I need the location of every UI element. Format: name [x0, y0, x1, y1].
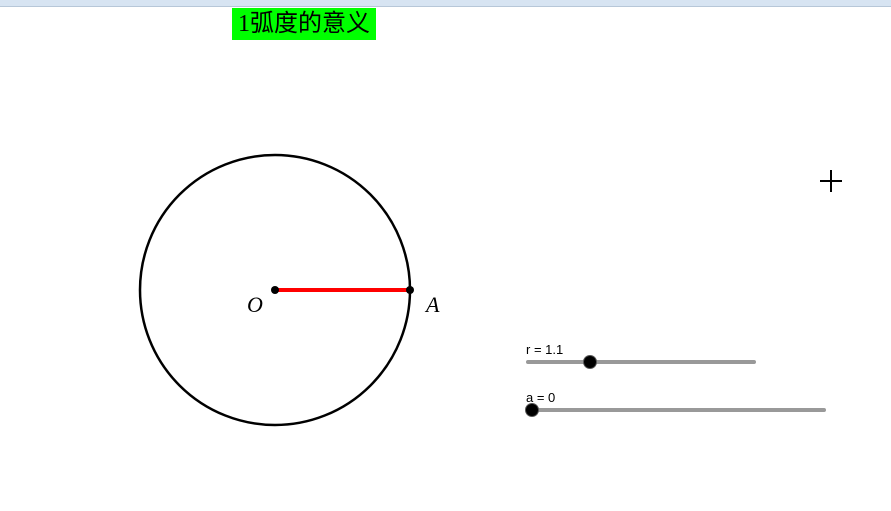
slider-r-track[interactable]	[526, 360, 756, 364]
point-O[interactable]	[271, 286, 279, 294]
slider-a-thumb[interactable]	[525, 403, 539, 417]
slider-a[interactable]: a = 0	[526, 408, 826, 412]
geometry-canvas[interactable]	[0, 0, 891, 511]
slider-r-label: r = 1.1	[526, 342, 563, 357]
slider-r-thumb[interactable]	[583, 355, 597, 369]
point-A[interactable]	[406, 286, 414, 294]
slider-r[interactable]: r = 1.1	[526, 360, 756, 364]
plus-icon	[820, 170, 842, 192]
label-A: A	[426, 292, 439, 318]
label-O: O	[247, 292, 263, 318]
slider-a-track[interactable]	[526, 408, 826, 412]
